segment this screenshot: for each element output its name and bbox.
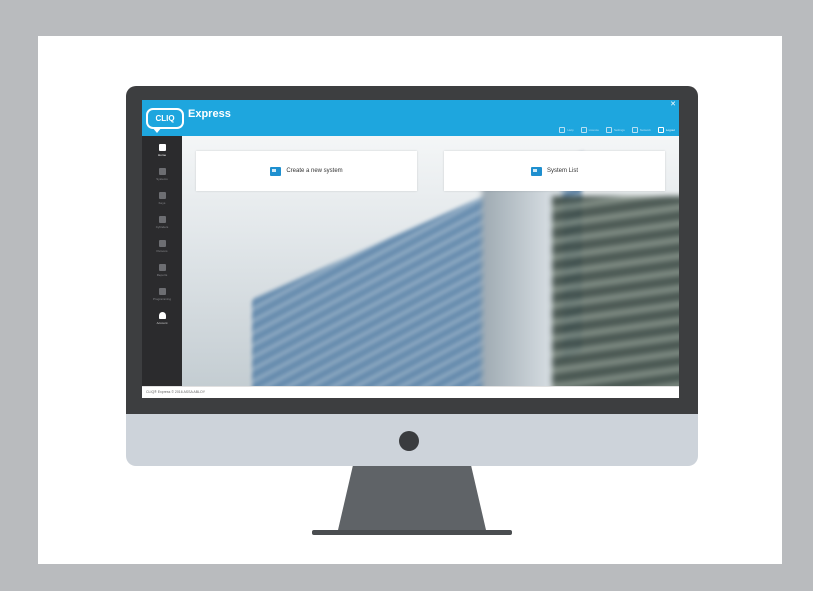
system-list-button[interactable]: System List	[444, 151, 665, 191]
app-title: Express	[188, 108, 231, 120]
logout-icon	[657, 127, 664, 133]
toolbar-label: Licence	[588, 128, 599, 132]
sidebar-item-account[interactable]: Account	[142, 310, 182, 332]
settings-icon	[605, 127, 612, 133]
sidebar-item-label: Cylinders	[155, 225, 169, 229]
sidebar-item-label: Reports	[156, 273, 168, 277]
network-icon	[631, 127, 638, 133]
sidebar-item-reports[interactable]: Reports	[142, 262, 182, 284]
sidebar-item-label: Keys	[158, 201, 166, 205]
sidebar-item-label: Persons	[156, 249, 168, 253]
header-toolbar: Help Licence Settings Network Logout	[559, 127, 675, 133]
app-header: CLIQ Express ✕ Help Licence Settings Net…	[142, 100, 679, 136]
sidebar-item-label: Programming	[152, 297, 171, 301]
cylinder-icon	[158, 216, 166, 223]
app-screen: CLIQ Express ✕ Help Licence Settings Net…	[142, 100, 679, 398]
monitor-stand-base	[312, 530, 512, 535]
help-icon	[559, 127, 566, 133]
toolbar-help[interactable]: Help	[559, 127, 574, 133]
system-list-icon	[530, 166, 542, 176]
toolbar-label: Logout	[665, 128, 675, 132]
key-icon	[158, 192, 166, 199]
main-content: Create a new system System List	[182, 136, 679, 386]
report-icon	[158, 264, 166, 271]
status-bar: CLIQ® Express © 2016 ASSA ABLOY	[142, 386, 679, 398]
toolbar-logout[interactable]: Logout	[657, 127, 675, 133]
sidebar-item-label: Home	[157, 153, 166, 157]
toolbar-network[interactable]: Network	[631, 127, 651, 133]
close-icon[interactable]: ✕	[670, 100, 676, 108]
sidebar-item-home[interactable]: Home	[142, 142, 182, 164]
sidebar-item-persons[interactable]: Persons	[142, 238, 182, 260]
account-icon	[158, 312, 166, 319]
sidebar-item-label: Account	[156, 321, 168, 325]
create-system-button[interactable]: Create a new system	[196, 151, 417, 191]
toolbar-label: Settings	[613, 128, 625, 132]
sidebar-item-systems[interactable]: Systems	[142, 166, 182, 188]
licence-icon	[580, 127, 587, 133]
toolbar-label: Help	[567, 128, 574, 132]
toolbar-settings[interactable]: Settings	[605, 127, 625, 133]
monitor-stand	[338, 466, 486, 530]
status-text: CLIQ® Express © 2016 ASSA ABLOY	[146, 390, 206, 394]
system-list-label: System List	[546, 168, 578, 174]
sidebar-item-keys[interactable]: Keys	[142, 190, 182, 212]
home-icon	[158, 144, 166, 151]
background-building-image	[552, 196, 679, 386]
logo-speech-tail	[152, 127, 162, 133]
person-icon	[158, 240, 166, 247]
background-building-image	[482, 176, 562, 386]
systems-icon	[158, 168, 166, 175]
cliq-logo: CLIQ	[146, 108, 184, 129]
toolbar-licence[interactable]: Licence	[580, 127, 599, 133]
new-system-icon	[270, 166, 282, 176]
sidebar-item-cylinders[interactable]: Cylinders	[142, 214, 182, 236]
create-system-label: Create a new system	[286, 168, 343, 174]
sidebar-item-programming[interactable]: Programming	[142, 286, 182, 308]
sidebar-item-label: Systems	[156, 177, 168, 181]
monitor-logo-dot	[399, 431, 419, 451]
sidebar: Home Systems Keys Cylinders Persons Repo…	[142, 136, 182, 386]
toolbar-label: Network	[639, 128, 651, 132]
programming-icon	[158, 288, 166, 295]
